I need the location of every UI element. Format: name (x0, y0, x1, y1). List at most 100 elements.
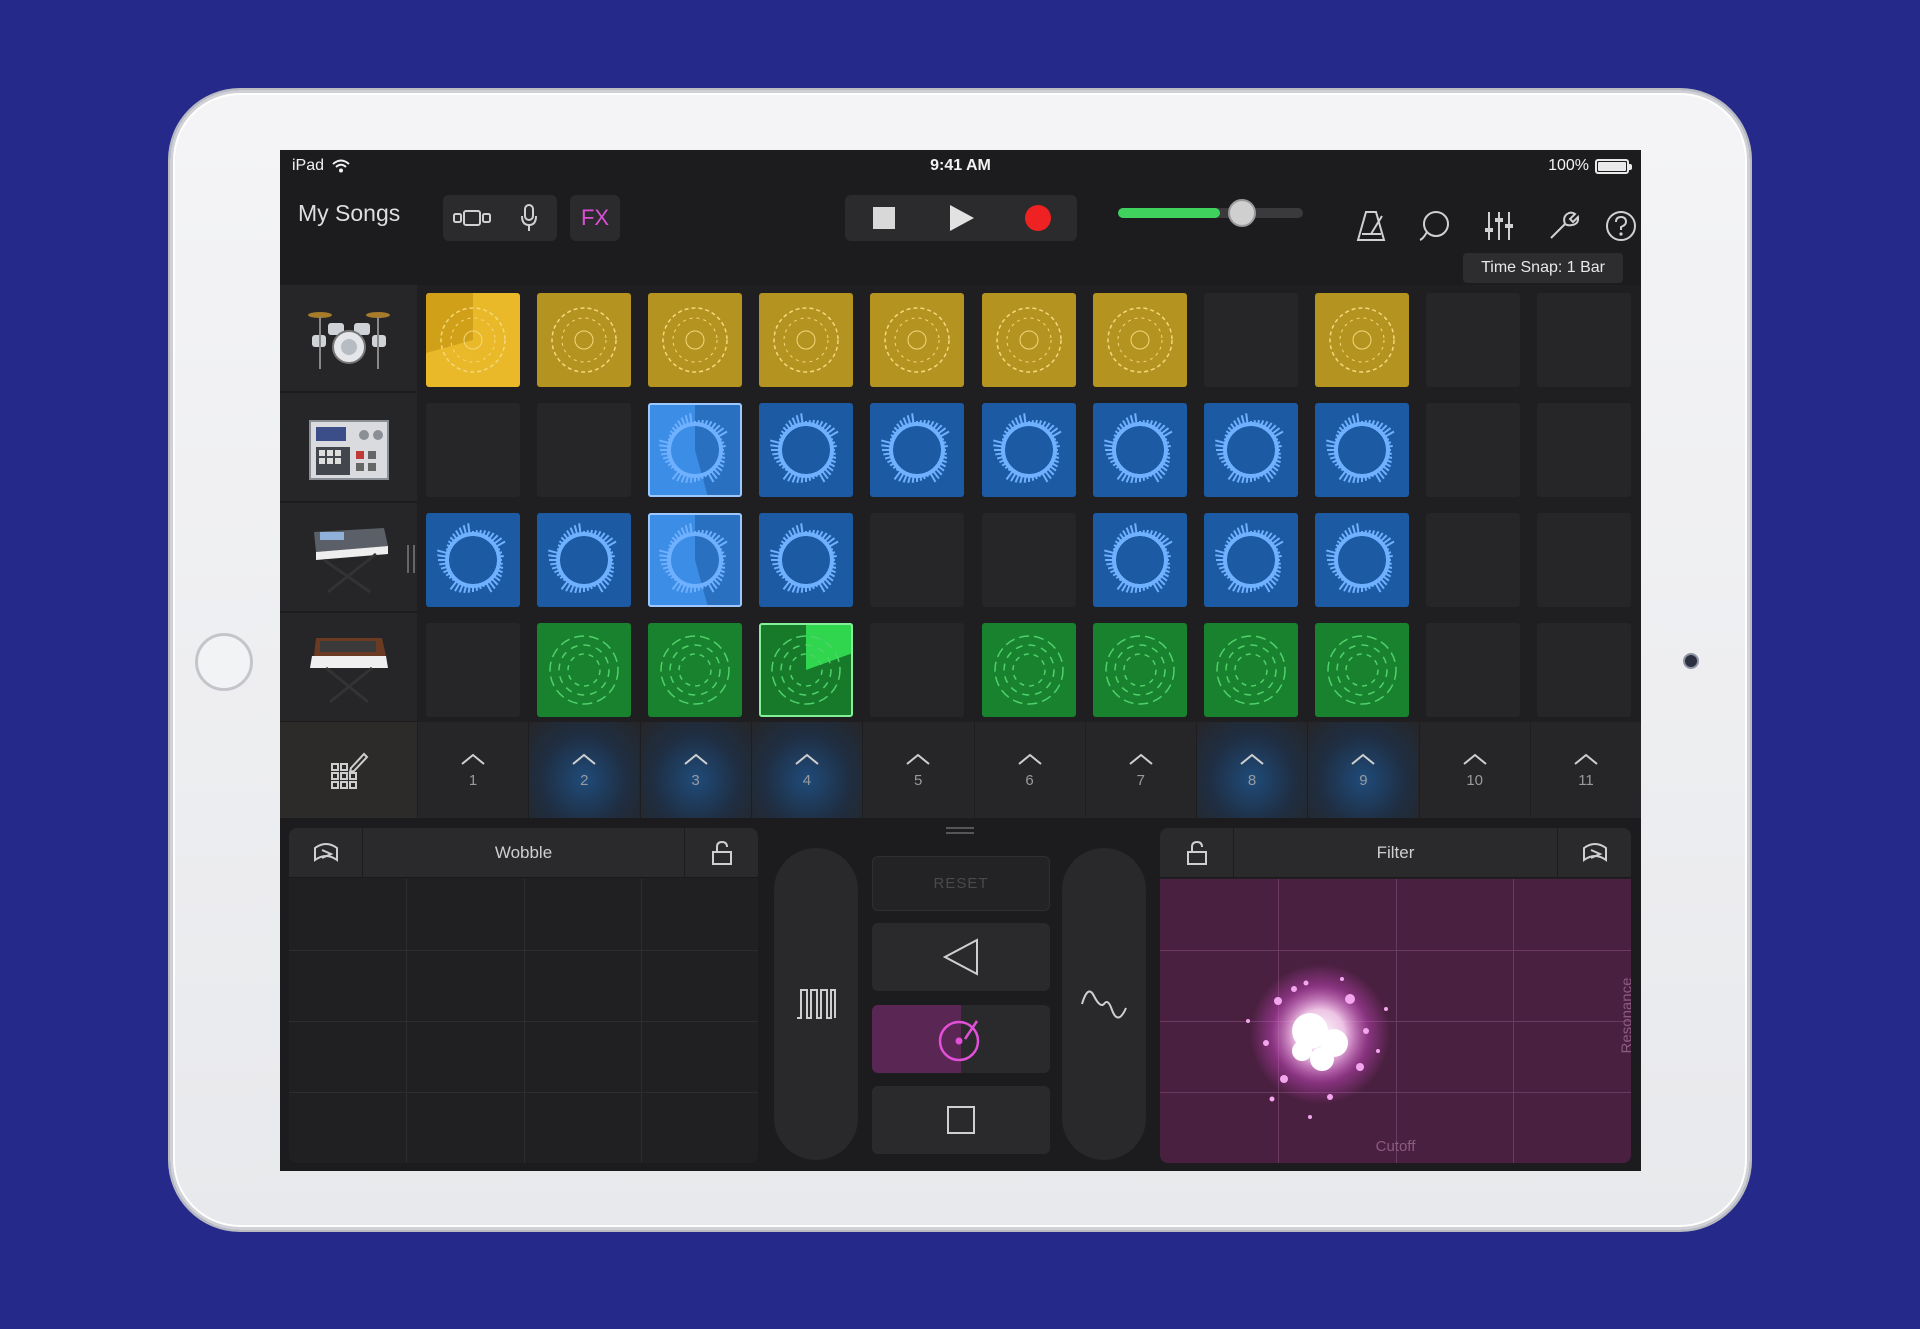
wobble-lock-button[interactable] (684, 828, 758, 878)
empty-loop-cell[interactable] (426, 403, 520, 497)
track-header-analog-synth[interactable] (280, 615, 417, 723)
live-fx-area: Wobble RESET Filter Cutoff Resonance (280, 818, 1641, 1171)
tape-stop-button[interactable] (872, 1086, 1050, 1154)
empty-loop-cell[interactable] (870, 513, 965, 607)
wobble-effect-picker-button[interactable] (289, 828, 363, 878)
track-header-beat-machine[interactable] (280, 395, 417, 503)
toolbar: My Songs FX (280, 184, 1641, 256)
loop-browser-button[interactable] (1415, 206, 1455, 246)
empty-loop-cell[interactable] (1537, 293, 1631, 387)
track-header-drums[interactable] (280, 285, 417, 393)
empty-loop-cell[interactable] (870, 623, 965, 717)
loop-cell-yellow[interactable] (426, 293, 520, 387)
loop-cell-yellow[interactable] (981, 293, 1076, 387)
empty-loop-cell[interactable] (537, 403, 632, 497)
my-songs-button[interactable]: My Songs (298, 200, 400, 227)
loop-cell-blue[interactable] (648, 513, 743, 607)
master-volume-slider[interactable] (1118, 199, 1303, 227)
reverse-triangle-icon (943, 938, 978, 976)
reverse-button[interactable] (872, 923, 1050, 991)
column-trigger-10[interactable]: 10 (1418, 722, 1530, 818)
time-snap-button[interactable]: Time Snap: 1 Bar (1463, 253, 1623, 283)
loop-cell-blue[interactable] (1203, 513, 1298, 607)
column-trigger-9[interactable]: 9 (1307, 722, 1419, 818)
column-trigger-2[interactable]: 2 (528, 722, 640, 818)
stop-button[interactable] (845, 195, 922, 241)
empty-loop-cell[interactable] (1425, 293, 1520, 387)
loop-cell-yellow[interactable] (1314, 293, 1409, 387)
sine-fx-button[interactable] (1062, 848, 1146, 1160)
loop-cell-yellow[interactable] (1092, 293, 1187, 387)
empty-loop-cell[interactable] (1425, 403, 1520, 497)
column-trigger-8[interactable]: 8 (1196, 722, 1308, 818)
empty-loop-cell[interactable] (426, 623, 520, 717)
empty-loop-cell[interactable] (1537, 513, 1631, 607)
track-header-keyboard[interactable] (280, 505, 417, 613)
settings-button[interactable] (1543, 206, 1583, 246)
loop-cell-green[interactable] (1203, 623, 1298, 717)
loop-cell-green[interactable] (759, 623, 854, 717)
edit-grid-button[interactable] (280, 722, 417, 818)
chevron-up-icon (572, 753, 596, 765)
column-trigger-6[interactable]: 6 (973, 722, 1085, 818)
reset-button[interactable]: RESET (872, 856, 1050, 911)
empty-loop-cell[interactable] (1425, 513, 1520, 607)
yellow-loop-waveform-icon (884, 307, 951, 373)
loop-cell-yellow[interactable] (870, 293, 965, 387)
column-trigger-7[interactable]: 7 (1084, 722, 1196, 818)
loop-cell-blue[interactable] (537, 513, 632, 607)
help-button[interactable] (1601, 206, 1641, 246)
empty-loop-cell[interactable] (1203, 293, 1298, 387)
view-toggle-button[interactable] (443, 195, 500, 241)
wobble-xy-pad[interactable] (289, 879, 758, 1163)
loop-cell-yellow[interactable] (537, 293, 632, 387)
empty-loop-cell[interactable] (1537, 623, 1631, 717)
column-trigger-3[interactable]: 3 (639, 722, 751, 818)
column-trigger-4[interactable]: 4 (750, 722, 862, 818)
loop-cell-green[interactable] (1314, 623, 1409, 717)
chevron-up-icon (1351, 753, 1376, 765)
empty-loop-cell[interactable] (981, 513, 1076, 607)
filter-xy-pad[interactable]: Cutoff Resonance (1160, 879, 1631, 1163)
loop-cell-blue[interactable] (1314, 513, 1409, 607)
loop-cell-blue[interactable] (981, 403, 1076, 497)
loop-cell-blue[interactable] (1203, 403, 1298, 497)
record-button[interactable] (999, 195, 1077, 241)
gate-fx-button[interactable] (774, 848, 858, 1160)
column-trigger-1[interactable]: 1 (417, 722, 528, 818)
empty-loop-cell[interactable] (1425, 623, 1520, 717)
column-trigger-11[interactable]: 11 (1530, 722, 1641, 818)
loop-cell-green[interactable] (981, 623, 1076, 717)
loop-cell-blue[interactable] (648, 403, 743, 497)
loop-cell-yellow[interactable] (648, 293, 743, 387)
loop-cell-blue[interactable] (870, 403, 965, 497)
loop-cell-yellow[interactable] (759, 293, 854, 387)
status-time: 9:41 AM (930, 157, 991, 174)
loop-cell-blue[interactable] (1314, 403, 1409, 497)
loop-cell-blue[interactable] (759, 513, 854, 607)
loop-cell-green[interactable] (537, 623, 632, 717)
empty-loop-cell[interactable] (1537, 403, 1631, 497)
home-button[interactable] (195, 633, 253, 691)
filter-lock-button[interactable] (1160, 828, 1234, 878)
filter-effect-picker-button[interactable] (1557, 828, 1631, 878)
loop-cell-blue[interactable] (1092, 403, 1187, 497)
loop-cell-blue[interactable] (1092, 513, 1187, 607)
metronome-button[interactable] (1351, 206, 1391, 246)
track-resize-handle[interactable] (407, 545, 415, 573)
drag-handle-icon[interactable] (944, 826, 976, 836)
fx-button[interactable]: FX (570, 195, 620, 241)
play-button[interactable] (922, 195, 999, 241)
blue-loop-waveform-icon (1103, 413, 1173, 484)
loop-cell-green[interactable] (648, 623, 743, 717)
loop-cell-blue[interactable] (759, 403, 854, 497)
loop-cell-blue[interactable] (426, 513, 520, 607)
microphone-button[interactable] (500, 195, 557, 241)
wobble-fx-panel: Wobble (289, 828, 758, 1163)
column-trigger-5[interactable]: 5 (862, 722, 973, 818)
master-volume-knob[interactable] (1227, 199, 1256, 227)
mixer-button[interactable] (1479, 206, 1519, 246)
loop-cell-green[interactable] (1092, 623, 1187, 717)
vinyl-scratch-button[interactable] (872, 1005, 1050, 1073)
yellow-loop-waveform-icon (551, 307, 617, 373)
